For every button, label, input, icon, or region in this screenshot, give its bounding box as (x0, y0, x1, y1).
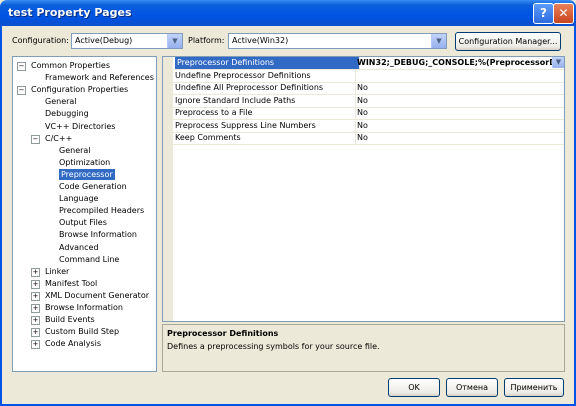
tree-item[interactable]: Browse Information (59, 229, 137, 240)
tree-item[interactable]: Preprocessor (59, 168, 115, 180)
expand-icon[interactable]: + (31, 279, 40, 289)
tree-item[interactable]: Custom Build Step (45, 326, 119, 337)
expand-icon[interactable]: + (31, 340, 40, 350)
tree-item[interactable]: C/C++ (45, 133, 72, 144)
tree-item[interactable]: Precompiled Headers (59, 205, 144, 216)
platform-value: Active(Win32) (232, 36, 289, 45)
help-button[interactable]: ? (533, 3, 554, 24)
tree-item[interactable]: General (59, 145, 91, 156)
expand-icon[interactable]: + (31, 328, 40, 338)
property-row[interactable]: Preprocess to a File No (163, 107, 564, 120)
property-tree[interactable]: − Common Properties Framework and Referenc… (12, 56, 157, 372)
configuration-manager-button[interactable]: Configuration Manager... (455, 32, 561, 51)
platform-label: Platform: (188, 36, 225, 45)
property-row[interactable]: Preprocessor Definitions WIN32;_DEBUG;_CO… (163, 57, 564, 70)
property-name: Undefine Preprocessor Definitions (175, 69, 356, 82)
property-value[interactable] (357, 70, 563, 82)
collapse-icon[interactable]: − (17, 86, 26, 96)
configuration-select[interactable]: Active(Debug) ▼ (71, 33, 183, 49)
collapse-icon[interactable]: − (17, 62, 26, 71)
property-row[interactable]: Keep Comments No (163, 132, 564, 145)
chevron-down-icon: ▼ (167, 34, 182, 48)
tree-item[interactable]: Framework and References (45, 72, 154, 83)
tree-item[interactable]: Configuration Properties (31, 84, 128, 95)
property-value[interactable]: No (357, 132, 563, 144)
property-name: Preprocess Suppress Line Numbers (175, 119, 356, 132)
ok-button[interactable]: OK (388, 378, 440, 397)
tree-item[interactable]: Optimization (59, 157, 110, 168)
tree-item[interactable]: Output Files (59, 217, 107, 228)
tree-item[interactable]: Code Analysis (45, 338, 101, 349)
close-button[interactable]: ✕ (553, 3, 574, 24)
tree-item[interactable]: Debugging (45, 108, 89, 119)
chevron-down-icon: ▼ (552, 57, 564, 68)
property-name: Undefine All Preprocessor Definitions (175, 82, 356, 94)
tree-item[interactable]: Manifest Tool (45, 278, 97, 289)
property-row[interactable]: Ignore Standard Include Paths No (163, 94, 564, 108)
tree-item[interactable]: Linker (45, 266, 69, 277)
tree-item[interactable]: Code Generation (59, 181, 127, 192)
property-grid[interactable]: Preprocessor Definitions WIN32;_DEBUG;_CO… (162, 56, 565, 322)
tree-item[interactable]: XML Document Generator (45, 290, 149, 301)
tree-item[interactable]: Build Events (45, 314, 95, 325)
property-row[interactable]: Undefine All Preprocessor Definitions No (163, 82, 564, 95)
expand-icon[interactable]: + (31, 304, 40, 313)
tree-item[interactable]: Language (59, 193, 98, 204)
configuration-value: Active(Debug) (75, 36, 133, 45)
title-bar[interactable]: test Property Pages ? ✕ (0, 0, 576, 26)
tree-item[interactable]: VC++ Directories (45, 121, 115, 132)
expand-icon[interactable]: + (31, 316, 40, 326)
cancel-button[interactable]: Отмена (446, 378, 498, 397)
property-row[interactable]: Preprocess Suppress Line Numbers No (163, 119, 564, 133)
property-value[interactable]: WIN32;_DEBUG;_CONSOLE;%(PreprocessorD (357, 57, 563, 69)
property-value[interactable]: No (357, 95, 563, 107)
tree-item[interactable]: Browse Information (45, 302, 123, 313)
collapse-icon[interactable]: − (31, 134, 40, 144)
chevron-down-icon: ▼ (431, 34, 446, 48)
property-row[interactable]: Undefine Preprocessor Definitions (163, 69, 564, 83)
tree-item[interactable]: Advanced (59, 242, 99, 253)
property-name: Ignore Standard Include Paths (175, 94, 356, 107)
property-name: Preprocessor Definitions (175, 57, 360, 69)
tree-item[interactable]: Command Line (59, 254, 119, 265)
window-title: test Property Pages (8, 6, 132, 19)
apply-button[interactable]: Применить (504, 378, 564, 397)
property-name: Preprocess to a File (175, 107, 356, 119)
property-value[interactable]: No (357, 82, 563, 94)
description-title: Preprocessor Definitions (167, 329, 279, 338)
property-value[interactable]: No (357, 120, 563, 132)
property-value[interactable]: No (357, 107, 563, 119)
tree-item[interactable]: Common Properties (31, 60, 110, 71)
value-dropdown[interactable]: ▼ (552, 57, 564, 69)
platform-select[interactable]: Active(Win32) ▼ (228, 33, 447, 49)
configuration-label: Configuration: (12, 36, 69, 45)
property-name: Keep Comments (175, 132, 356, 144)
expand-icon[interactable]: + (31, 267, 40, 277)
tree-item[interactable]: General (45, 96, 77, 107)
expand-icon[interactable]: + (31, 291, 40, 301)
close-icon: ✕ (558, 6, 569, 20)
description-panel: Preprocessor Definitions Defines a prepr… (162, 324, 565, 372)
help-icon: ? (540, 6, 547, 20)
description-text: Defines a preprocessing symbols for your… (167, 342, 380, 351)
